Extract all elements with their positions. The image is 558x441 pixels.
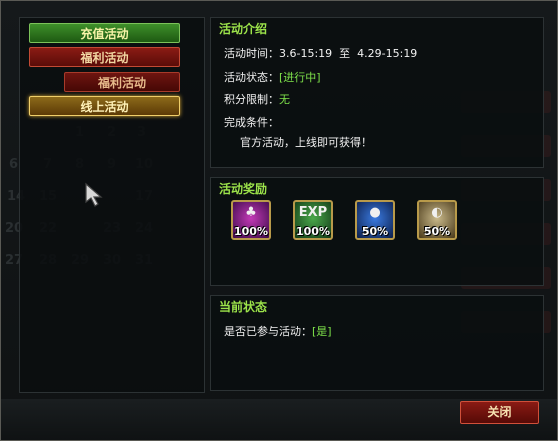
reward-blue-potion-glyph: ● <box>369 205 381 220</box>
completion-condition-value: 官方活动，上线即可获得！ <box>240 136 372 149</box>
reward-potion-icon[interactable]: ♣ 100% <box>231 200 271 240</box>
reward-percent: 50% <box>423 225 451 238</box>
reward-percent: 50% <box>361 225 389 238</box>
online-activity-button[interactable]: 线上活动 <box>29 96 180 116</box>
activity-window: 123 678910 141517 20222324 2728293031 充值… <box>0 0 558 441</box>
close-button[interactable]: 关闭 <box>460 401 539 424</box>
activity-rewards-title: 活动奖励 <box>219 182 268 196</box>
activity-time-label: 活动时间： <box>224 47 279 60</box>
completion-condition-label: 完成条件： <box>224 116 279 129</box>
activity-intro-title: 活动介绍 <box>219 22 268 36</box>
reward-potion-glyph: ♣ <box>245 205 257 220</box>
points-limit-label: 积分限制： <box>224 93 279 106</box>
reward-exp-glyph: EXP <box>298 205 328 220</box>
reward-scroll-icon[interactable]: ◐ 50% <box>417 200 457 240</box>
welfare-activity-sub-button[interactable]: 福利活动 <box>64 72 180 92</box>
reward-scroll-glyph: ◐ <box>431 205 443 220</box>
activity-time-row: 活动时间：3.6-15:19 至 4.29-15:19 <box>224 45 417 61</box>
activity-menu-panel: 充值活动 福利活动 福利活动 线上活动 <box>19 17 205 393</box>
activity-intro-box: 活动介绍 活动时间：3.6-15:19 至 4.29-15:19 活动状态：[进… <box>210 17 544 168</box>
reward-percent: 100% <box>296 225 330 238</box>
activity-time-value: 3.6-15:19 至 4.29-15:19 <box>279 47 418 60</box>
recharge-activity-button[interactable]: 充值活动 <box>29 23 180 43</box>
mouse-cursor-icon <box>85 182 103 207</box>
activity-status-value: [进行中] <box>279 71 321 84</box>
current-status-title: 当前状态 <box>219 300 268 314</box>
activity-rewards-box: 活动奖励 ♣ 100% EXP 100% ● 50% ◐ 50% <box>210 177 544 286</box>
joined-status-value: [是] <box>312 325 332 338</box>
points-limit-value: 无 <box>279 93 290 106</box>
activity-status-label: 活动状态： <box>224 71 279 84</box>
activity-status-row: 活动状态：[进行中] <box>224 69 321 85</box>
reward-blue-potion-icon[interactable]: ● 50% <box>355 200 395 240</box>
joined-status-row: 是否已参与活动：[是] <box>224 323 332 339</box>
reward-exp-icon[interactable]: EXP 100% <box>293 200 333 240</box>
points-limit-row: 积分限制：无 <box>224 91 290 107</box>
welfare-activity-button[interactable]: 福利活动 <box>29 47 180 67</box>
joined-status-label: 是否已参与活动： <box>224 325 312 338</box>
reward-percent: 100% <box>234 225 268 238</box>
current-status-box: 当前状态 是否已参与活动：[是] <box>210 295 544 391</box>
